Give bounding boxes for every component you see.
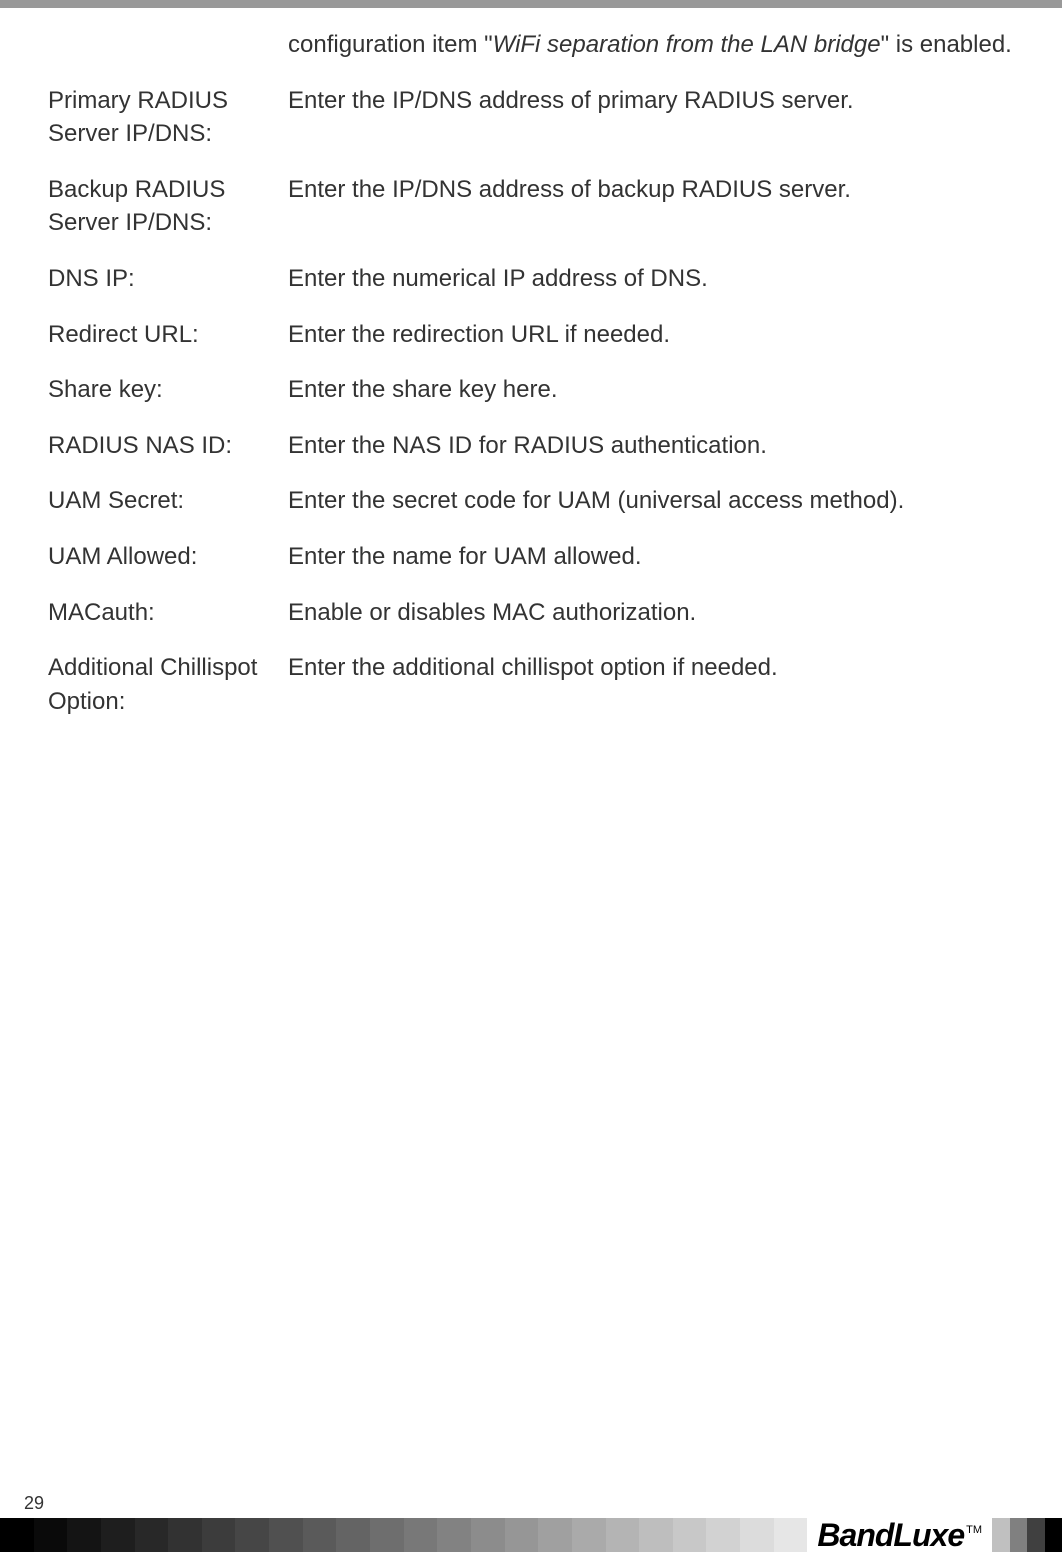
content-area: configuration item "WiFi separation from… [0,28,1062,718]
field-description: Enter the numerical IP address of DNS. [268,262,1014,296]
gradient-block [505,1518,539,1552]
field-description: Enter the share key here. [268,373,1014,407]
table-row: Backup RADIUS Server IP/DNS: Enter the I… [48,173,1014,240]
gradient-block [168,1518,202,1552]
gradient-block [706,1518,740,1552]
gradient-block [404,1518,438,1552]
intro-italic: WiFi separation from the LAN bridge [493,31,881,58]
table-row: MACauth: Enable or disables MAC authoriz… [48,596,1014,630]
gradient-block [740,1518,774,1552]
gradient-block [67,1518,101,1552]
gradient-block [572,1518,606,1552]
field-label: Redirect URL: [48,318,268,352]
field-label: UAM Allowed: [48,540,268,574]
gradient-block [1027,1518,1045,1552]
field-description: Enter the IP/DNS address of primary RADI… [268,84,1014,151]
intro-row: configuration item "WiFi separation from… [48,28,1014,62]
gradient-block [471,1518,505,1552]
gradient-block [1010,1518,1028,1552]
footer-bar: BandLuxe TM [0,1518,1062,1552]
gradient-block [202,1518,236,1552]
table-row: Additional Chillispot Option: Enter the … [48,651,1014,718]
gradient-block [437,1518,471,1552]
gradient-block [538,1518,572,1552]
gradient-block [606,1518,640,1552]
field-label: Primary RADIUS Server IP/DNS: [48,84,268,151]
top-divider [0,0,1062,8]
brand-logo: BandLuxe TM [807,1518,992,1552]
table-row: UAM Secret: Enter the secret code for UA… [48,484,1014,518]
field-description: Enter the NAS ID for RADIUS authenticati… [268,429,1014,463]
table-row: UAM Allowed: Enter the name for UAM allo… [48,540,1014,574]
gradient-block [269,1518,303,1552]
field-description: Enable or disables MAC authorization. [268,596,1014,630]
logo-text: BandLuxe [817,1517,964,1554]
gradient-block [34,1518,68,1552]
intro-suffix: " is enabled. [881,31,1012,58]
field-label: DNS IP: [48,262,268,296]
table-row: Primary RADIUS Server IP/DNS: Enter the … [48,84,1014,151]
intro-text: configuration item "WiFi separation from… [268,28,1014,62]
field-description: Enter the name for UAM allowed. [268,540,1014,574]
field-description: Enter the redirection URL if needed. [268,318,1014,352]
gradient-block [1045,1518,1062,1552]
table-row: RADIUS NAS ID: Enter the NAS ID for RADI… [48,429,1014,463]
gradient-block [673,1518,707,1552]
gradient-block [0,1518,34,1552]
gradient-block [992,1518,1010,1552]
gradient-block [370,1518,404,1552]
table-row: Share key: Enter the share key here. [48,373,1014,407]
gradient-block [639,1518,673,1552]
field-description: Enter the IP/DNS address of backup RADIU… [268,173,1014,240]
table-row: DNS IP: Enter the numerical IP address o… [48,262,1014,296]
gradient-block [303,1518,337,1552]
gradient-block [336,1518,370,1552]
field-label: RADIUS NAS ID: [48,429,268,463]
intro-spacer [48,28,268,62]
field-description: Enter the additional chillispot option i… [268,651,1014,718]
gradient-block [235,1518,269,1552]
trademark-symbol: TM [966,1524,982,1536]
gradient-block [101,1518,135,1552]
right-gradient-bar [992,1518,1062,1552]
page-number: 29 [0,1493,1062,1514]
field-label: Share key: [48,373,268,407]
field-description: Enter the secret code for UAM (universal… [268,484,1014,518]
field-label: UAM Secret: [48,484,268,518]
gradient-block [774,1518,808,1552]
table-row: Redirect URL: Enter the redirection URL … [48,318,1014,352]
intro-prefix: configuration item " [288,31,493,58]
page-footer: 29 BandLuxe TM [0,1493,1062,1552]
field-label: Backup RADIUS Server IP/DNS: [48,173,268,240]
gradient-block [135,1518,169,1552]
field-label: Additional Chillispot Option: [48,651,268,718]
gradient-bar [0,1518,807,1552]
field-label: MACauth: [48,596,268,630]
